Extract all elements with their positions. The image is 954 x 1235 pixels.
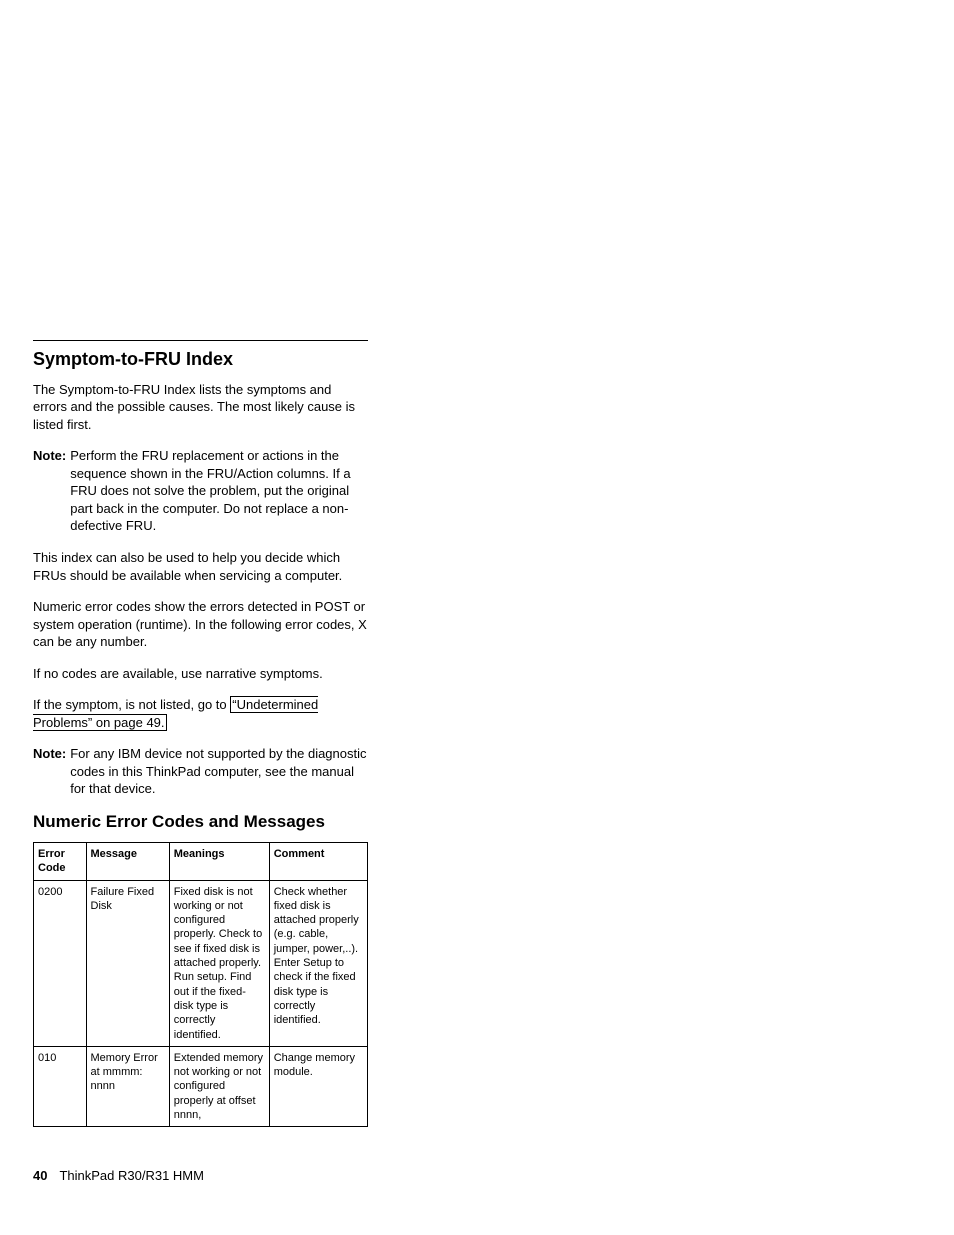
paragraph-numeric-codes: Numeric error codes show the errors dete… <box>33 598 368 651</box>
footer-title: ThinkPad R30/R31 HMM <box>59 1168 204 1183</box>
table-header-row: Error Code Message Meanings Comment <box>34 842 368 880</box>
paragraph-symptom-not-listed-text: If the symptom, is not listed, go to <box>33 697 230 712</box>
heading-symptom-to-fru: Symptom-to-FRU Index <box>33 349 368 371</box>
heading-numeric-error-codes: Numeric Error Codes and Messages <box>33 812 368 832</box>
error-codes-table: Error Code Message Meanings Comment 0200… <box>33 842 368 1127</box>
cell-message: Failure Fixed Disk <box>86 880 169 1046</box>
table-row: 0200 Failure Fixed Disk Fixed disk is no… <box>34 880 368 1046</box>
page: Symptom-to-FRU Index The Symptom-to-FRU … <box>0 0 954 1235</box>
cell-message: Memory Error at mmmm: nnnn <box>86 1046 169 1126</box>
note-1: Note: Perform the FRU replacement or act… <box>33 447 368 535</box>
page-number: 40 <box>33 1168 59 1183</box>
paragraph-no-codes: If no codes are available, use narrative… <box>33 665 368 683</box>
th-error-code: Error Code <box>34 842 87 880</box>
note-2: Note: For any IBM device not supported b… <box>33 745 368 798</box>
note-1-body: Perform the FRU replacement or actions i… <box>70 447 368 535</box>
th-meanings: Meanings <box>169 842 269 880</box>
cell-error-code: 0200 <box>34 880 87 1046</box>
heading-rule <box>33 340 368 341</box>
th-comment: Comment <box>269 842 367 880</box>
note-2-label: Note: <box>33 745 70 798</box>
cell-meanings: Extended memory not working or not confi… <box>169 1046 269 1126</box>
cell-comment: Check whether fixed disk is attached pro… <box>269 880 367 1046</box>
note-1-label: Note: <box>33 447 70 535</box>
page-footer: 40ThinkPad R30/R31 HMM <box>33 1168 204 1183</box>
th-message: Message <box>86 842 169 880</box>
paragraph-index-usage: This index can also be used to help you … <box>33 549 368 584</box>
cell-error-code: 010 <box>34 1046 87 1126</box>
cell-meanings: Fixed disk is not working or not configu… <box>169 880 269 1046</box>
note-2-body: For any IBM device not supported by the … <box>70 745 368 798</box>
intro-paragraph: The Symptom-to-FRU Index lists the sympt… <box>33 381 368 434</box>
page-content: Symptom-to-FRU Index The Symptom-to-FRU … <box>33 340 368 1127</box>
table-row: 010 Memory Error at mmmm: nnnn Extended … <box>34 1046 368 1126</box>
paragraph-symptom-not-listed: If the symptom, is not listed, go to “Un… <box>33 696 368 731</box>
cell-comment: Change memory module. <box>269 1046 367 1126</box>
